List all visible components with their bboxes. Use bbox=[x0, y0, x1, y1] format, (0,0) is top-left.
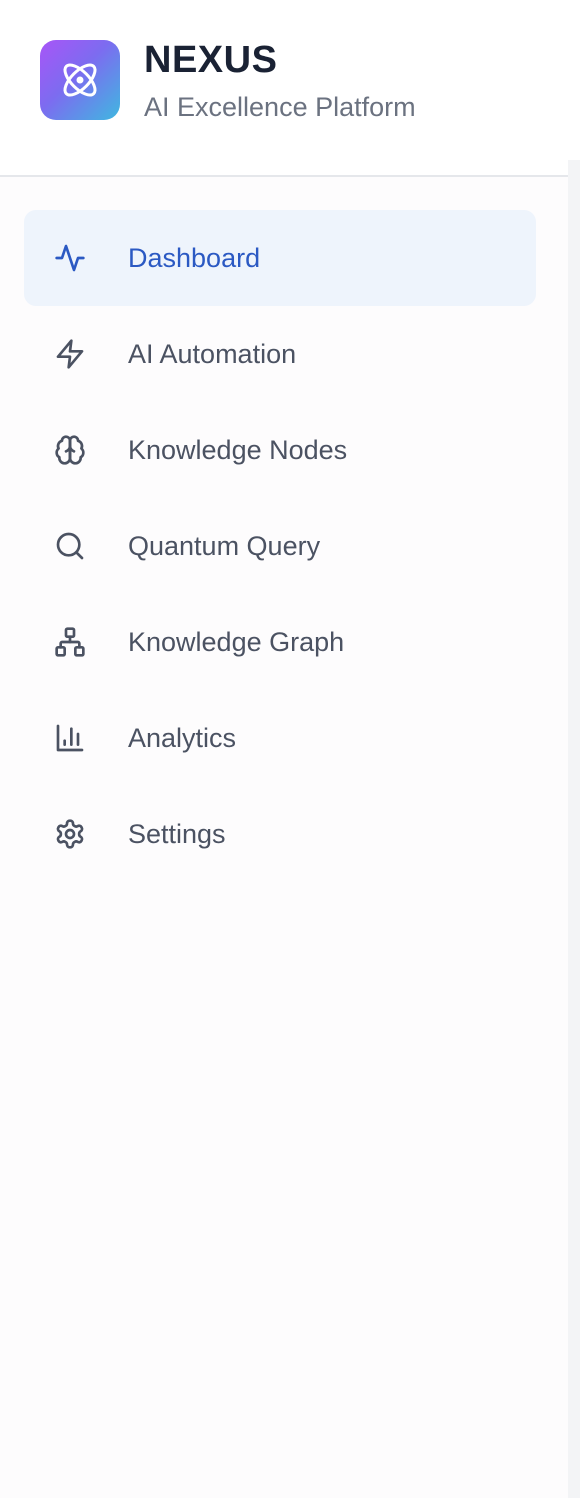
search-icon bbox=[56, 532, 84, 560]
brand-logo[interactable] bbox=[40, 40, 120, 120]
brand-title: NEXUS bbox=[144, 39, 278, 81]
zap-icon bbox=[56, 339, 84, 369]
sidebar-item-quantum-query[interactable]: Quantum Query bbox=[24, 498, 536, 594]
sidebar-item-label: Settings bbox=[128, 819, 226, 849]
sidebar-item-label: Analytics bbox=[128, 723, 237, 753]
sidebar-item-settings[interactable]: Settings bbox=[24, 786, 536, 882]
sidebar: NEXUS AI Excellence Platform Dashboard A… bbox=[0, 0, 568, 1498]
sidebar-item-analytics[interactable]: Analytics bbox=[24, 690, 536, 786]
sidebar-item-knowledge-graph[interactable]: Knowledge Graph bbox=[24, 594, 536, 690]
sidebar-item-knowledge-nodes[interactable]: Knowledge Nodes bbox=[24, 402, 536, 498]
sidebar-item-label: Knowledge Graph bbox=[128, 627, 345, 657]
sidebar-item-label: Quantum Query bbox=[128, 531, 321, 561]
activity-icon bbox=[55, 244, 85, 272]
brand-subtitle: AI Excellence Platform bbox=[144, 92, 416, 122]
atom-icon bbox=[63, 63, 97, 97]
sidebar-nav: Dashboard AI Automation Knowledge Nodes bbox=[24, 210, 536, 882]
sidebar-header: NEXUS AI Excellence Platform bbox=[0, 0, 568, 177]
brain-icon bbox=[55, 435, 85, 465]
sidebar-item-dashboard[interactable]: Dashboard bbox=[24, 210, 536, 306]
gear-icon bbox=[56, 819, 84, 849]
content-edge bbox=[568, 0, 580, 1498]
network-icon bbox=[55, 627, 85, 657]
bar-chart-icon bbox=[56, 724, 84, 752]
sidebar-item-label: Knowledge Nodes bbox=[128, 435, 348, 465]
sidebar-item-ai-automation[interactable]: AI Automation bbox=[24, 306, 536, 402]
sidebar-item-label: Dashboard bbox=[128, 243, 261, 273]
sidebar-item-label: AI Automation bbox=[128, 339, 297, 369]
content-edge-top bbox=[568, 0, 580, 160]
